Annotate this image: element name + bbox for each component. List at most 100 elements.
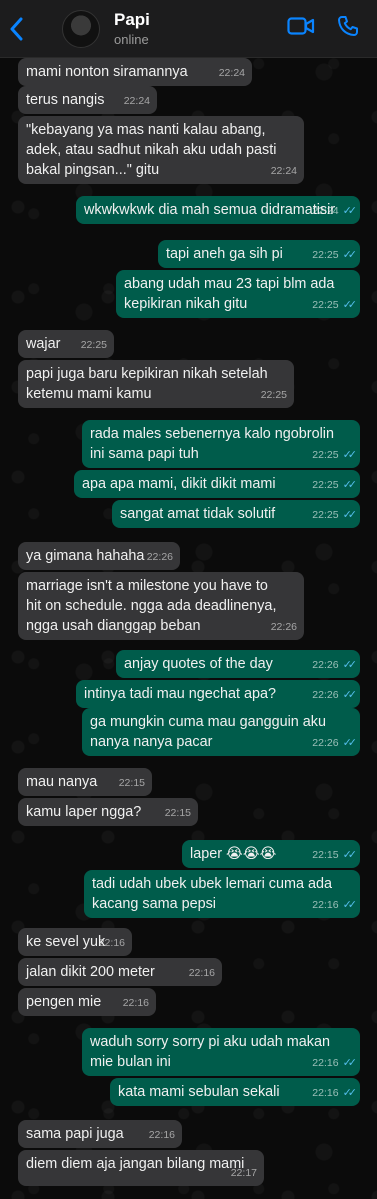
message-meta: 22:24 — [124, 91, 150, 111]
message-time: 22:24 — [270, 165, 297, 177]
incoming-message[interactable]: diem diem aja jangan bilang mami 22:17 — [18, 1150, 264, 1186]
outgoing-message[interactable]: tapi aneh ga sih pi 22:25 ✓✓ — [158, 240, 360, 268]
incoming-message[interactable]: ke sevel yuk 22:16 — [18, 928, 132, 956]
phone-call-icon — [338, 16, 358, 36]
double-check-icon: ✓✓ — [342, 659, 358, 671]
message-time: 22:25 — [312, 479, 339, 491]
message-meta: 22:17 — [231, 1163, 257, 1183]
message-time: 22:25 — [312, 249, 339, 261]
message-time: 22:24 — [218, 67, 245, 79]
message-time: 22:15 — [164, 807, 191, 819]
message-meta: 22:25 ✓✓ — [312, 445, 358, 465]
message-meta: 22:15 ✓✓ — [312, 845, 358, 865]
message-meta: 22:16 — [99, 933, 125, 953]
outgoing-message[interactable]: intinya tadi mau ngechat apa? 22:26 ✓✓ — [76, 680, 360, 708]
outgoing-message[interactable]: tadi udah ubek ubek lemari cuma ada kaca… — [84, 870, 360, 918]
message-text: "kebayang ya mas nanti kalau abang, adek… — [26, 122, 277, 178]
message-time: 22:25 — [312, 449, 339, 461]
incoming-message[interactable]: ya gimana hahaha 22:26 — [18, 542, 180, 570]
outgoing-message[interactable]: anjay quotes of the day 22:26 ✓✓ — [116, 650, 360, 678]
message-time: 22:16 — [98, 937, 125, 949]
message-meta: 22:26 ✓✓ — [312, 733, 357, 753]
outgoing-message[interactable]: kata mami sebulan sekali 22:16 ✓✓ — [110, 1078, 360, 1106]
incoming-message[interactable]: mau nanya 22:15 — [18, 768, 152, 796]
message-time: 22:26 — [312, 689, 339, 701]
contact-name: Papi — [114, 10, 150, 29]
message-text: diem diem aja jangan bilang mami — [26, 1156, 245, 1172]
incoming-message[interactable]: mami nonton siramannya 22:24 — [18, 58, 252, 86]
double-check-icon: ✓✓ — [342, 899, 358, 911]
incoming-message[interactable]: marriage isn't a milestone you have to h… — [18, 572, 304, 640]
message-time: 22:26 — [312, 737, 339, 749]
incoming-message[interactable]: "kebayang ya mas nanti kalau abang, adek… — [18, 116, 304, 184]
double-check-icon: ✓✓ — [342, 849, 358, 861]
message-meta: 22:16 — [123, 993, 149, 1013]
double-check-icon: ✓✓ — [342, 1087, 358, 1099]
message-time: 22:25 — [80, 339, 107, 351]
avatar[interactable] — [62, 9, 100, 48]
message-meta: 22:25 ✓✓ — [312, 505, 358, 525]
contact-info[interactable]: Papi online — [114, 10, 150, 47]
message-text: jalan dikit 200 meter — [26, 964, 155, 980]
message-meta: 22:26 — [147, 547, 173, 567]
message-meta: 22:26 — [271, 617, 297, 637]
double-check-icon: ✓✓ — [342, 449, 358, 461]
outgoing-message[interactable]: waduh sorry sorry pi aku udah makan mie … — [82, 1028, 360, 1076]
incoming-message[interactable]: kamu laper ngga? 22:15 — [18, 798, 198, 826]
message-meta: 22:15 — [119, 773, 145, 793]
message-time: 22:16 — [312, 1087, 339, 1099]
message-time: 22:16 — [188, 967, 215, 979]
message-text: marriage isn't a milestone you have to h… — [26, 578, 277, 634]
message-text: papi juga baru kepikiran nikah setelah k… — [26, 366, 268, 402]
message-time: 22:16 — [148, 1129, 175, 1141]
back-button[interactable] — [2, 0, 32, 58]
voice-call-button[interactable] — [337, 15, 359, 42]
message-time: 22:16 — [312, 899, 339, 911]
message-meta: 22:16 ✓✓ — [312, 1083, 358, 1103]
message-time: 22:26 — [270, 621, 297, 633]
message-meta: 22:25 — [261, 385, 287, 405]
message-meta: 22:16 — [149, 1125, 175, 1145]
chevron-left-icon — [10, 17, 23, 40]
message-time: 22:26 — [146, 551, 173, 563]
message-time: 22:15 — [312, 849, 339, 861]
outgoing-message[interactable]: laper 😭😭😭 22:15 ✓✓ — [182, 840, 360, 868]
message-time: 22:26 — [312, 659, 339, 671]
message-time: 22:25 — [260, 389, 287, 401]
double-check-icon: ✓✓ — [342, 509, 358, 521]
incoming-message[interactable]: wajar 22:25 — [18, 330, 114, 358]
message-meta: 22:24 ✓✓ — [312, 201, 357, 221]
message-time: 22:24 — [312, 205, 339, 217]
outgoing-message[interactable]: sangat amat tidak solutif 22:25 ✓✓ — [112, 500, 360, 528]
video-call-icon — [287, 17, 315, 35]
outgoing-message[interactable]: abang udah mau 23 tapi blm ada kepikiran… — [116, 270, 360, 318]
message-meta: 22:24 — [219, 63, 245, 83]
outgoing-message[interactable]: rada males sebenernya kalo ngobrolin ini… — [82, 420, 360, 468]
message-time: 22:16 — [312, 1057, 339, 1069]
incoming-message[interactable]: sama papi juga 22:16 — [18, 1120, 182, 1148]
double-check-icon: ✓✓ — [342, 479, 358, 491]
incoming-message[interactable]: papi juga baru kepikiran nikah setelah k… — [18, 360, 294, 408]
double-check-icon: ✓✓ — [342, 1057, 358, 1069]
message-meta: 22:24 — [271, 161, 297, 181]
message-time: 22:15 — [118, 777, 145, 789]
message-meta: 22:26 ✓✓ — [312, 655, 358, 675]
outgoing-message[interactable]: apa apa mami, dikit dikit mami 22:25 ✓✓ — [74, 470, 360, 498]
message-meta: 22:26 ✓✓ — [312, 685, 358, 705]
incoming-message[interactable]: jalan dikit 200 meter 22:16 — [18, 958, 222, 986]
double-check-icon: ✓✓ — [342, 689, 358, 701]
incoming-message[interactable]: terus nangis 22:24 — [18, 86, 157, 114]
video-call-button[interactable] — [287, 16, 315, 41]
outgoing-message[interactable]: ga mungkin cuma mau gangguin aku nanya n… — [82, 708, 360, 756]
message-time: 22:16 — [122, 997, 149, 1009]
message-meta: 22:16 ✓✓ — [312, 895, 358, 915]
double-check-icon: ✓✓ — [342, 299, 358, 311]
message-time: 22:17 — [230, 1167, 257, 1179]
message-time: 22:25 — [312, 509, 339, 521]
message-time: 22:24 — [123, 95, 150, 107]
message-list[interactable]: mami nonton siramannya 22:24 terus nangis 2… — [0, 58, 377, 1199]
outgoing-message[interactable]: wkwkwkwk dia mah semua didramatisir 22:24… — [76, 196, 360, 224]
contact-status: online — [114, 32, 149, 47]
incoming-message[interactable]: pengen mie 22:16 — [18, 988, 156, 1016]
double-check-icon: ✓✓ — [342, 249, 358, 261]
